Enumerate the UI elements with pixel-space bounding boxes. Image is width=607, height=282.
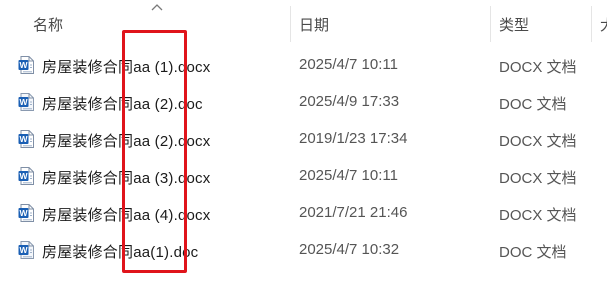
word-doc-icon: W: [18, 93, 34, 111]
file-date: 2019/1/23 17:34: [299, 130, 408, 147]
file-date: 2025/4/7 10:11: [299, 56, 398, 73]
file-type: DOCX 文档: [499, 170, 577, 187]
file-type: DOC 文档: [499, 96, 567, 113]
file-row[interactable]: W 房屋装修合同aa (3).docx 2025/4/7 10:11 DOCX 文档: [0, 158, 607, 194]
file-name: 房屋装修合同aa (2).docx: [42, 133, 211, 150]
file-date: 2021/7/21 21:46: [299, 204, 408, 221]
word-docx-icon: W: [18, 130, 34, 148]
file-row[interactable]: W 房屋装修合同aa (2).docx 2019/1/23 17:34 DOCX 文档: [0, 121, 607, 157]
column-divider[interactable]: [490, 6, 491, 42]
file-type: DOC 文档: [499, 244, 567, 261]
svg-text:W: W: [19, 171, 28, 181]
column-header-type[interactable]: 类型: [499, 14, 529, 35]
svg-text:W: W: [19, 97, 28, 107]
file-date: 2025/4/7 10:32: [299, 241, 400, 258]
sort-ascending-icon[interactable]: [151, 3, 163, 11]
word-docx-icon: W: [18, 167, 34, 185]
file-date: 2025/4/7 10:11: [299, 167, 398, 184]
svg-text:W: W: [19, 208, 28, 218]
file-type: DOCX 文档: [499, 133, 577, 150]
word-docx-icon: W: [18, 204, 34, 222]
file-row[interactable]: W 房屋装修合同aa (1).docx 2025/4/7 10:11 DOCX 文档: [0, 47, 607, 83]
file-row[interactable]: W 房屋装修合同aa (4).docx 2021/7/21 21:46 DOCX 文档: [0, 195, 607, 231]
file-name: 房屋装修合同aa (3).docx: [42, 170, 211, 187]
file-type: DOCX 文档: [499, 207, 577, 224]
svg-text:W: W: [19, 245, 28, 255]
file-row[interactable]: W 房屋装修合同aa(1).doc 2025/4/7 10:32 DOC 文档: [0, 232, 607, 268]
column-header-name[interactable]: 名称: [33, 14, 63, 35]
file-name: 房屋装修合同aa (4).docx: [42, 207, 211, 224]
column-header-size[interactable]: 大: [600, 14, 607, 35]
column-divider[interactable]: [591, 6, 592, 42]
file-row[interactable]: W 房屋装修合同aa (2).doc 2025/4/9 17:33 DOC 文档: [0, 84, 607, 120]
column-header-date[interactable]: 日期: [299, 14, 329, 35]
file-date: 2025/4/9 17:33: [299, 93, 400, 110]
word-doc-icon: W: [18, 241, 34, 259]
file-name: 房屋装修合同aa (1).docx: [42, 59, 211, 76]
word-docx-icon: W: [18, 56, 34, 74]
column-header-bar: 名称 日期 类型 大: [0, 0, 607, 46]
file-type: DOCX 文档: [499, 59, 577, 76]
column-divider[interactable]: [290, 6, 291, 42]
svg-text:W: W: [19, 60, 28, 70]
file-name: 房屋装修合同aa(1).doc: [42, 244, 199, 261]
file-name: 房屋装修合同aa (2).doc: [42, 96, 203, 113]
svg-text:W: W: [19, 134, 28, 144]
